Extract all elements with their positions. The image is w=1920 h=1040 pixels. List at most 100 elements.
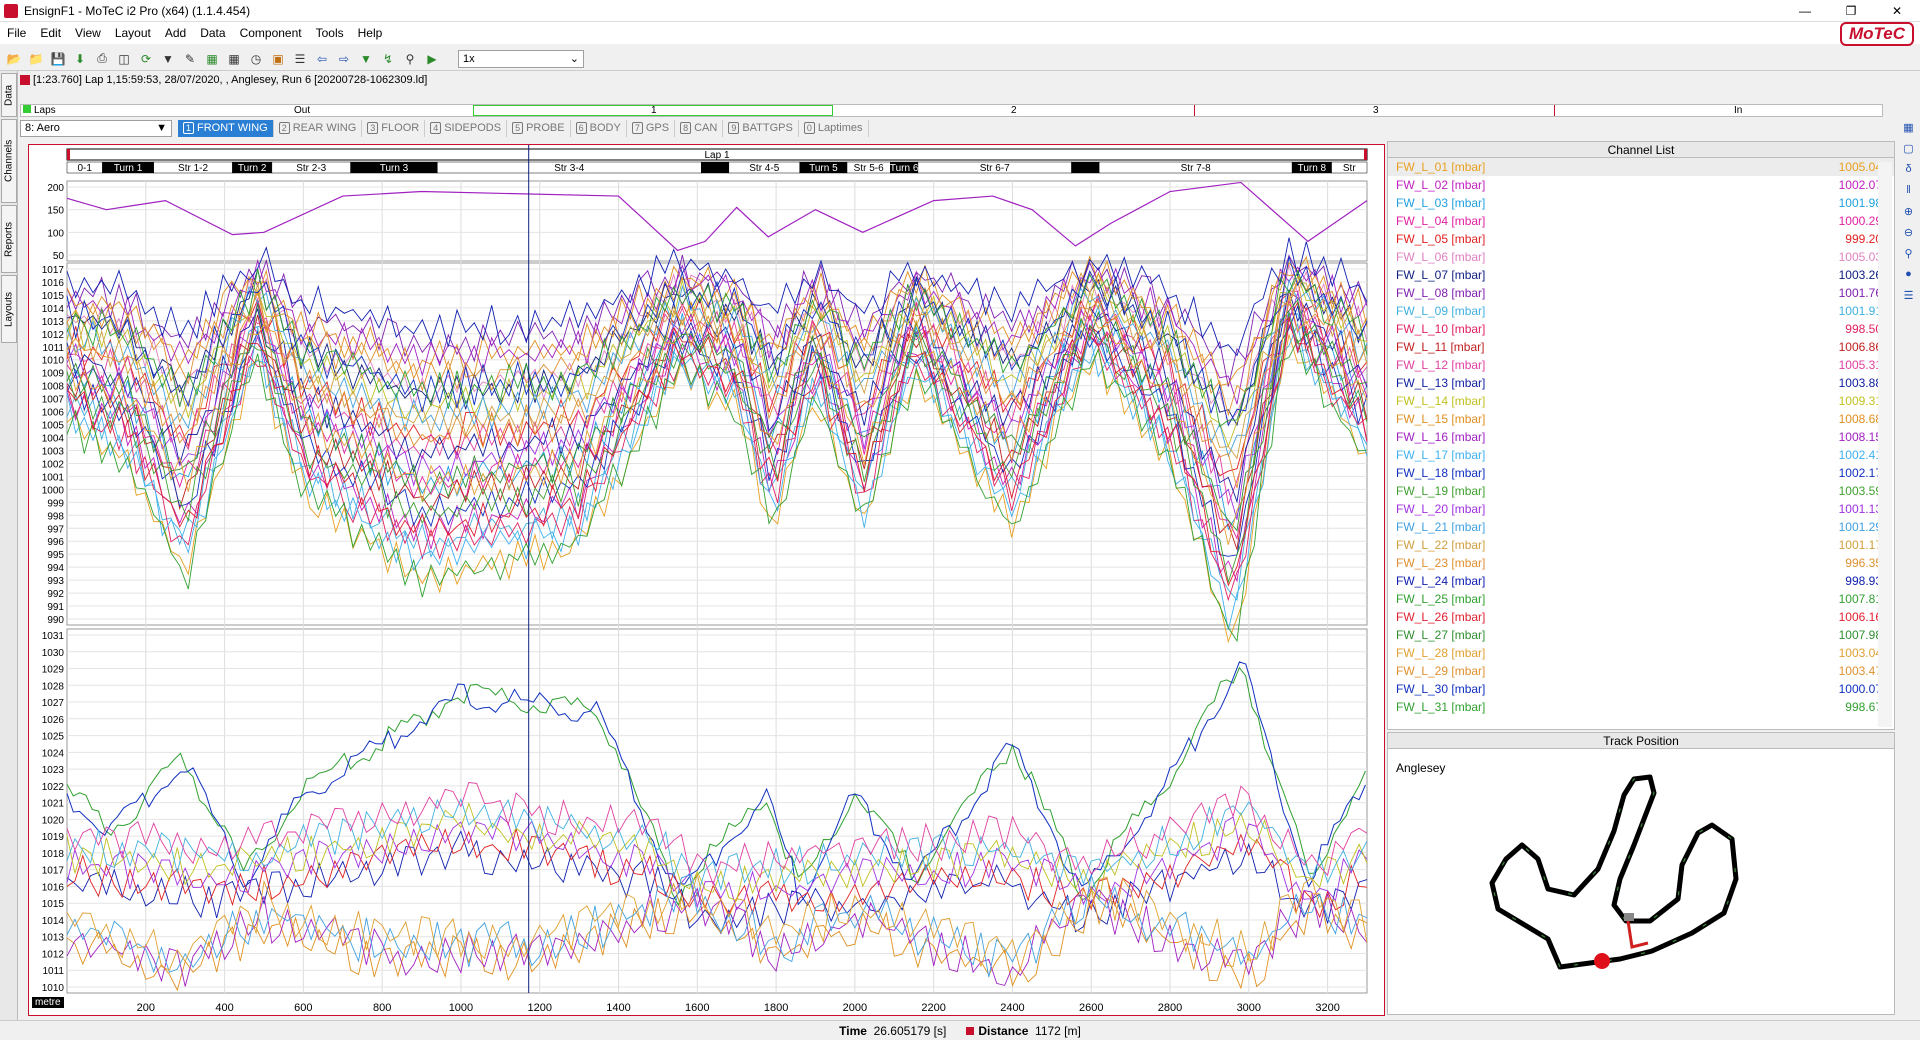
menu-help[interactable]: Help (351, 26, 390, 40)
channel-row[interactable]: FW_L_06 [mbar] 1005.03 (1388, 248, 1894, 266)
pressure-trace (66, 873, 1368, 972)
export-icon[interactable]: ▦ (202, 49, 222, 69)
layer-icon[interactable]: ▣ (268, 49, 288, 69)
refresh-icon[interactable]: ⟳ (136, 49, 156, 69)
open-folder-icon[interactable]: 📂 (4, 49, 24, 69)
list-icon[interactable]: ☰ (1900, 286, 1918, 304)
minimize-button[interactable]: — (1782, 0, 1828, 22)
print-preview-icon[interactable]: ◫ (114, 49, 134, 69)
channel-list-scrollbar[interactable] (1878, 162, 1892, 727)
pressure-tick-label: 1010 (42, 983, 65, 994)
channel-row[interactable]: FW_L_26 [mbar] 1006.16 (1388, 608, 1894, 626)
channel-row[interactable]: FW_L_22 [mbar] 1001.17 (1388, 536, 1894, 554)
tab-body[interactable]: 6 BODY (571, 119, 627, 137)
channels-icon[interactable]: ☰ (290, 49, 310, 69)
menu-tools[interactable]: Tools (309, 26, 351, 40)
lap-segment-in[interactable]: In (1734, 105, 1742, 116)
lap-bar[interactable]: Laps Out 1 2 3 In (20, 104, 1883, 117)
channel-row[interactable]: FW_L_08 [mbar] 1001.76 (1388, 284, 1894, 302)
pause-icon[interactable]: ‖ (1900, 181, 1918, 199)
track-icon[interactable]: ↯ (378, 49, 398, 69)
tab-gps[interactable]: 7 GPS (627, 119, 676, 137)
zoom-icon[interactable]: ⚲ (400, 49, 420, 69)
channel-row[interactable]: FW_L_11 [mbar] 1006.86 (1388, 338, 1894, 356)
menu-edit[interactable]: Edit (33, 26, 68, 40)
arrow-right-icon[interactable]: ⇨ (334, 49, 354, 69)
side-tab-reports[interactable]: Reports (1, 205, 17, 273)
channel-row[interactable]: FW_L_05 [mbar] 999.20 (1388, 230, 1894, 248)
marker-icon[interactable]: ▼ (356, 49, 376, 69)
lap-segment-3[interactable]: 3 (1373, 105, 1379, 116)
channel-row[interactable]: FW_L_19 [mbar] 1003.59 (1388, 482, 1894, 500)
channel-row[interactable]: FW_L_20 [mbar] 1001.13 (1388, 500, 1894, 518)
pressure-tick-label: 994 (47, 563, 64, 574)
tab-laptimes[interactable]: 0 Laptimes (799, 119, 869, 137)
channel-row[interactable]: FW_L_16 [mbar] 1008.15 (1388, 428, 1894, 446)
download-icon[interactable]: ⬇ (70, 49, 90, 69)
save-icon[interactable]: 💾 (48, 49, 68, 69)
marker-icon[interactable]: ● (1900, 265, 1918, 283)
lap-segment-2[interactable]: 2 (1011, 105, 1017, 116)
channel-row[interactable]: FW_L_23 [mbar] 996.35 (1388, 554, 1894, 572)
graph-pane (66, 180, 1368, 262)
restore-button[interactable]: ❐ (1828, 0, 1874, 22)
channel-row[interactable]: FW_L_07 [mbar] 1003.26 (1388, 266, 1894, 284)
playback-speed-select[interactable]: 1x ⌄ (458, 49, 584, 68)
channel-row[interactable]: FW_L_10 [mbar] 998.50 (1388, 320, 1894, 338)
side-tab-data[interactable]: Data (1, 73, 17, 117)
channel-row[interactable]: FW_L_02 [mbar] 1002.07 (1388, 176, 1894, 194)
channel-row[interactable]: FW_L_18 [mbar] 1002.17 (1388, 464, 1894, 482)
layout-icon[interactable]: ▦ (1900, 118, 1918, 136)
arrow-left-icon[interactable]: ⇦ (312, 49, 332, 69)
channel-row[interactable]: FW_L_30 [mbar] 1000.07 (1388, 680, 1894, 698)
channel-row[interactable]: FW_L_01 [mbar] 1005.04 (1388, 158, 1894, 176)
menu-layout[interactable]: Layout (108, 26, 158, 40)
grid-icon[interactable]: ▦ (224, 49, 244, 69)
channel-row[interactable]: FW_L_03 [mbar] 1001.98 (1388, 194, 1894, 212)
channel-row[interactable]: FW_L_25 [mbar] 1007.81 (1388, 590, 1894, 608)
time-distance-graph[interactable]: Lap 1 0-1 Turn 1 Str 1-2 Turn 2 Str 2-3 Turn 3… (28, 144, 1385, 1016)
channel-row[interactable]: FW_L_17 [mbar] 1002.41 (1388, 446, 1894, 464)
zoom-out-icon[interactable]: ⊖ (1900, 223, 1918, 241)
edit-icon[interactable]: ✎ (180, 49, 200, 69)
channel-row[interactable]: FW_L_14 [mbar] 1009.31 (1388, 392, 1894, 410)
menu-add[interactable]: Add (158, 26, 193, 40)
lap-segment-out[interactable]: Out (294, 105, 310, 116)
menu-view[interactable]: View (68, 26, 108, 40)
tab-probe[interactable]: 5 PROBE (507, 119, 571, 137)
channel-row[interactable]: FW_L_15 [mbar] 1008.68 (1388, 410, 1894, 428)
channel-row[interactable]: FW_L_24 [mbar] 998.93 (1388, 572, 1894, 590)
tab-battgps[interactable]: 9 BATTGPS (723, 119, 799, 137)
channel-row[interactable]: FW_L_09 [mbar] 1001.91 (1388, 302, 1894, 320)
close-button[interactable]: ✕ (1874, 0, 1920, 22)
window-icon[interactable]: ▢ (1900, 139, 1918, 157)
channel-row[interactable]: FW_L_31 [mbar] 998.67 (1388, 698, 1894, 716)
zoom-in-icon[interactable]: ⊕ (1900, 202, 1918, 220)
tab-front-wing[interactable]: 1 FRONT WING (178, 119, 274, 137)
open-project-icon[interactable]: 📁 (26, 49, 46, 69)
delta-icon[interactable]: δ (1900, 160, 1918, 178)
channel-row[interactable]: FW_L_04 [mbar] 1000.29 (1388, 212, 1894, 230)
channel-row[interactable]: FW_L_29 [mbar] 1003.47 (1388, 662, 1894, 680)
tab-sidepods[interactable]: 4 SIDEPODS (425, 119, 508, 137)
channel-row[interactable]: FW_L_13 [mbar] 1003.88 (1388, 374, 1894, 392)
play-icon[interactable]: ▶ (422, 49, 442, 69)
print-icon[interactable]: ⎙ (92, 49, 112, 69)
channel-row[interactable]: FW_L_21 [mbar] 1001.29 (1388, 518, 1894, 536)
section-label: Str 7-8 (1181, 163, 1211, 174)
worksheet-select[interactable]: 8: Aero ▼ (20, 119, 172, 137)
search-icon[interactable]: ⚲ (1900, 244, 1918, 262)
channel-row[interactable]: FW_L_12 [mbar] 1005.31 (1388, 356, 1894, 374)
side-tab-layouts[interactable]: Layouts (1, 275, 17, 343)
channel-row[interactable]: FW_L_27 [mbar] 1007.98 (1388, 626, 1894, 644)
side-tab-channels[interactable]: Channels (1, 119, 17, 203)
clock-icon[interactable]: ◷ (246, 49, 266, 69)
channel-row[interactable]: FW_L_28 [mbar] 1003.04 (1388, 644, 1894, 662)
tab-can[interactable]: 8 CAN (675, 119, 724, 137)
tab-rear-wing[interactable]: 2 REAR WING (274, 119, 363, 137)
tab-floor[interactable]: 3 FLOOR (362, 119, 426, 137)
filter-icon[interactable]: ▼ (158, 49, 178, 69)
menu-data[interactable]: Data (193, 26, 232, 40)
menu-file[interactable]: File (0, 26, 33, 40)
menu-component[interactable]: Component (233, 26, 309, 40)
